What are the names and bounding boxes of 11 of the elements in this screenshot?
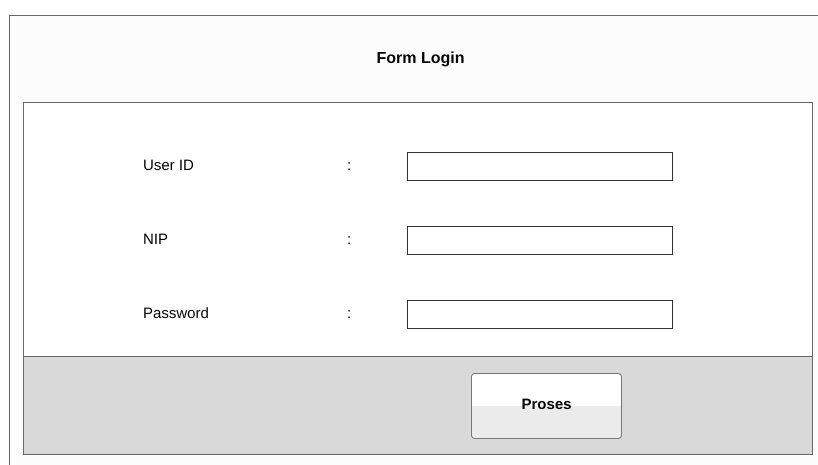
colon-separator: : — [347, 156, 352, 174]
colon-separator: : — [347, 304, 352, 322]
field-label: User ID — [143, 156, 195, 176]
input-field[interactable] — [407, 152, 673, 180]
submit-button[interactable]: Proses — [471, 372, 622, 438]
colon-separator: : — [347, 230, 352, 248]
input-field[interactable] — [407, 300, 673, 328]
input-field[interactable] — [407, 226, 673, 254]
form-title: Form Login — [376, 49, 464, 69]
field-label: Password — [143, 304, 210, 324]
field-label: NIP — [143, 230, 170, 250]
